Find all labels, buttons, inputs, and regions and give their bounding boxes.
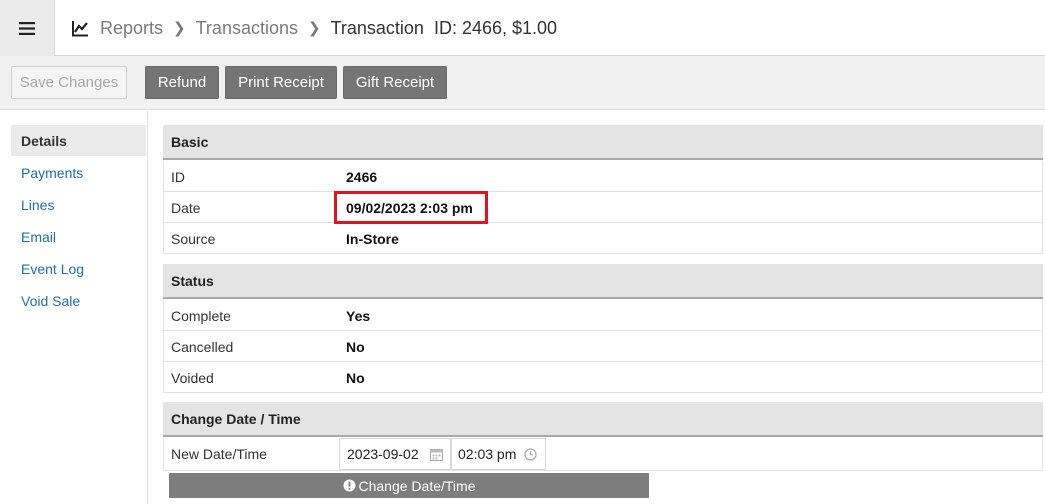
- sidebar-item-event-log[interactable]: Event Log: [11, 253, 146, 284]
- change-date-time-label: Change Date/Time: [358, 477, 476, 494]
- field-label: Cancelled: [171, 338, 234, 355]
- sidebar-item-details[interactable]: Details: [11, 125, 146, 156]
- section-header-basic: Basic: [163, 125, 1043, 160]
- table-row: Cancelled No: [163, 331, 1043, 362]
- calendar-icon: [430, 449, 443, 461]
- date-input-value: 2023-09-02: [347, 446, 419, 462]
- page-title: Transaction ID: 2466, $1.00: [330, 17, 558, 38]
- print-receipt-button[interactable]: Print Receipt: [225, 66, 337, 99]
- field-label: ID: [171, 168, 185, 185]
- field-label: New Date/Time: [171, 446, 267, 462]
- sidebar-item-payments[interactable]: Payments: [11, 157, 146, 188]
- field-label: Date: [171, 199, 201, 216]
- table-row: ID 2466: [163, 161, 1043, 192]
- date-input[interactable]: 2023-09-02: [339, 438, 451, 470]
- sidebar-item-lines[interactable]: Lines: [11, 189, 146, 220]
- sidebar-item-void-sale[interactable]: Void Sale: [11, 285, 146, 316]
- save-changes-button[interactable]: Save Changes: [11, 66, 127, 99]
- field-value: 09/02/2023 2:03 pm: [346, 199, 473, 216]
- clock-icon: [524, 448, 537, 461]
- app-header: Reports ❯ Transactions ❯ Transaction ID:…: [0, 0, 1045, 56]
- sidebar: Details Payments Lines Email Event Log V…: [0, 111, 148, 504]
- table-row: Date 09/02/2023 2:03 pm: [163, 192, 1043, 223]
- section-header-status: Status: [163, 264, 1043, 299]
- time-input-value: 02:03 pm: [458, 446, 517, 462]
- time-input[interactable]: 02:03 pm: [451, 438, 546, 470]
- field-value: No: [346, 369, 365, 386]
- field-label: Source: [171, 230, 216, 247]
- table-row: Complete Yes: [163, 300, 1043, 331]
- info-circle-icon: [343, 479, 355, 492]
- refund-button[interactable]: Refund: [145, 66, 219, 99]
- field-value: Yes: [346, 307, 371, 324]
- breadcrumb-reports[interactable]: Reports: [100, 18, 163, 39]
- field-value: In-Store: [346, 230, 399, 247]
- hamburger-menu-icon: [19, 21, 35, 35]
- field-value: No: [346, 338, 365, 355]
- menu-button[interactable]: [0, 0, 55, 56]
- change-date-time-button[interactable]: Change Date/Time: [169, 473, 649, 498]
- table-row: New Date/Time: [163, 438, 1043, 471]
- field-value: 2466: [346, 168, 378, 185]
- toolbar: Save Changes Refund Print Receipt Gift R…: [0, 56, 1045, 110]
- section-header-change-date-time: Change Date / Time: [163, 402, 1043, 437]
- field-label: Voided: [171, 369, 214, 386]
- chevron-right-icon: ❯: [307, 20, 321, 37]
- gift-receipt-button[interactable]: Gift Receipt: [343, 66, 447, 99]
- breadcrumb: Reports ❯ Transactions ❯ Transaction ID:…: [72, 0, 557, 56]
- line-chart-icon: [72, 20, 88, 36]
- field-label: Complete: [171, 307, 231, 324]
- breadcrumb-transactions[interactable]: Transactions: [196, 18, 298, 39]
- table-row: Source In-Store: [163, 223, 1043, 254]
- sidebar-item-email[interactable]: Email: [11, 221, 146, 252]
- table-row: Voided No: [163, 362, 1043, 393]
- chevron-right-icon: ❯: [173, 20, 186, 37]
